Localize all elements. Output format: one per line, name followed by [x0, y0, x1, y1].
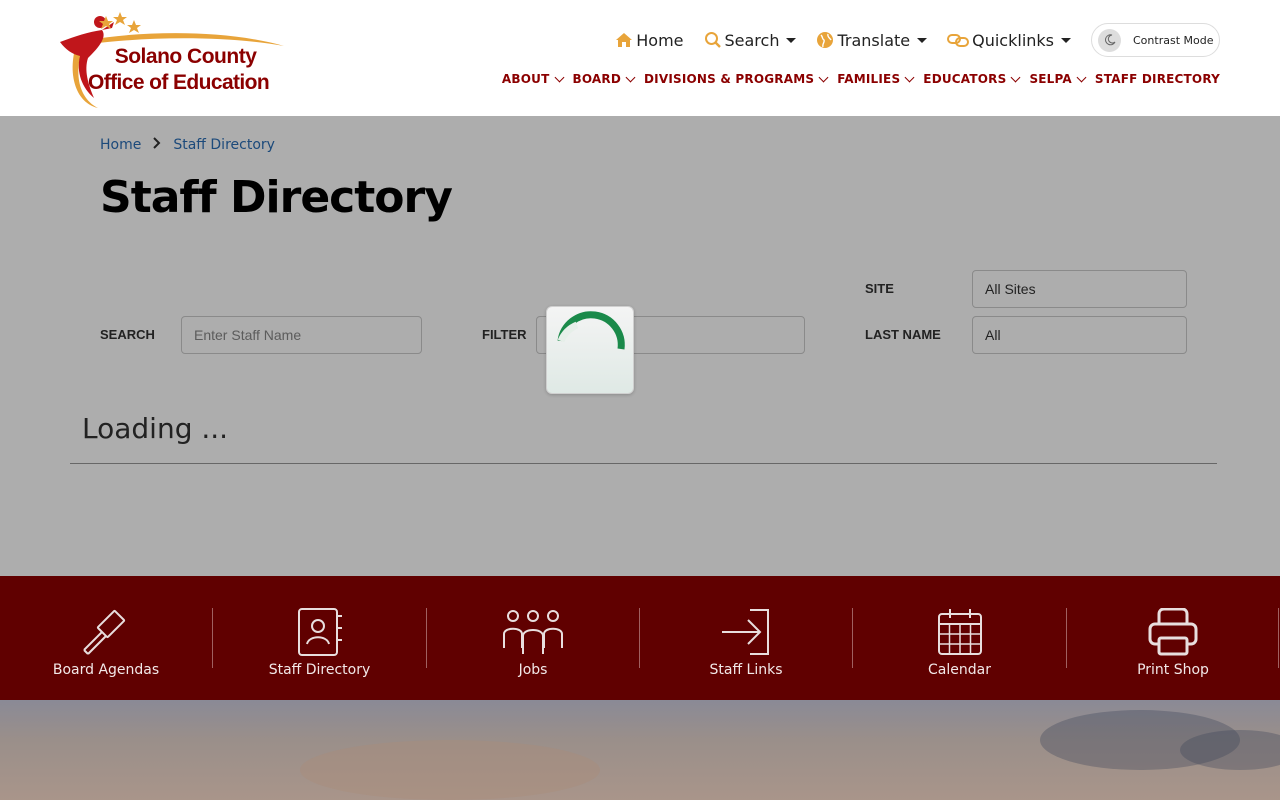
moon-icon	[1098, 28, 1121, 52]
chevron-down-icon	[1076, 72, 1087, 82]
contact-book-icon	[297, 608, 342, 656]
logo-text: Solano County Office of Education	[88, 44, 270, 96]
nav-staff-directory-label: STAFF DIRECTORY	[1094, 72, 1220, 86]
nav-selpa[interactable]: SELPA	[1029, 72, 1087, 86]
nav-selpa-label: SELPA	[1029, 72, 1072, 86]
logo-line-1: Solano County	[114, 45, 257, 68]
spinner-icon	[557, 311, 625, 350]
nav-staff-directory[interactable]: STAFF DIRECTORY	[1095, 72, 1220, 86]
main-nav: ABOUT BOARD DIVISIONS & PROGRAMS FAMILIE…	[492, 72, 1220, 86]
nav-divisions-programs[interactable]: DIVISIONS & PROGRAMS	[644, 72, 829, 86]
quicklink-print-shop[interactable]: Print Shop	[1067, 576, 1279, 700]
quicklink-jobs-label: Jobs	[518, 662, 548, 678]
sign-in-arrow-icon	[722, 609, 769, 655]
caret-down-icon	[786, 37, 797, 43]
gavel-icon	[83, 609, 126, 655]
quicklink-calendar-label: Calendar	[928, 662, 991, 678]
quicklink-board-agendas[interactable]: Board Agendas	[0, 576, 212, 700]
quicklink-staff-directory[interactable]: Staff Directory	[213, 576, 426, 700]
chevron-down-icon	[625, 72, 636, 82]
nav-board-label: BOARD	[572, 72, 622, 86]
nav-board[interactable]: BOARD	[572, 72, 636, 86]
quicklink-staff-directory-label: Staff Directory	[268, 662, 371, 678]
nav-families-label: FAMILIES	[837, 72, 901, 86]
quicklinks-dropdown-label: Quicklinks	[972, 30, 1054, 50]
quicklink-staff-links-label: Staff Links	[709, 662, 783, 678]
people-group-icon	[503, 610, 563, 654]
home-icon	[616, 33, 633, 47]
search-icon	[704, 32, 721, 48]
loading-spinner	[546, 306, 634, 394]
chevron-down-icon	[554, 72, 564, 82]
home-link-label: Home	[636, 30, 684, 50]
logo-line-2: Office of Education	[88, 71, 270, 94]
printer-icon	[1148, 608, 1198, 656]
quicklink-print-shop-label: Print Shop	[1137, 662, 1209, 678]
nav-families[interactable]: FAMILIES	[837, 72, 915, 86]
nav-about-label: ABOUT	[501, 72, 550, 86]
divider	[1278, 608, 1279, 668]
cloud-shape	[300, 740, 600, 800]
translate-dropdown-label: Translate	[837, 30, 911, 50]
quicklink-calendar[interactable]: Calendar	[853, 576, 1066, 700]
translate-dropdown[interactable]: Translate	[816, 30, 928, 50]
home-link[interactable]: Home	[615, 30, 684, 50]
search-dropdown[interactable]: Search	[704, 31, 797, 50]
caret-down-icon	[1061, 37, 1071, 43]
quick-links-bar: Board Agendas Staff Directory Jobs Staff…	[0, 576, 1280, 700]
quicklink-staff-links[interactable]: Staff Links	[640, 576, 852, 700]
site-header: Solano County Office of Education Home S…	[0, 0, 1280, 116]
contrast-mode-label: Contrast Mode	[1133, 33, 1214, 47]
nav-about[interactable]: ABOUT	[501, 72, 564, 86]
quicklink-board-agendas-label: Board Agendas	[52, 662, 160, 678]
chevron-down-icon	[818, 72, 829, 82]
globe-icon	[817, 32, 834, 48]
utility-nav: Home Search Translate Quicklinks Contras…	[595, 23, 1220, 57]
background-photo	[0, 700, 1280, 800]
nav-educators-label: EDUCATORS	[923, 72, 1007, 86]
quicklinks-dropdown[interactable]: Quicklinks	[947, 31, 1071, 50]
quicklink-jobs[interactable]: Jobs	[427, 576, 639, 700]
nav-divisions-label: DIVISIONS & PROGRAMS	[644, 72, 815, 86]
loading-overlay	[0, 116, 1280, 576]
contrast-mode-toggle[interactable]: Contrast Mode	[1091, 23, 1220, 57]
chevron-down-icon	[1010, 72, 1021, 82]
site-logo[interactable]: Solano County Office of Education	[58, 10, 286, 110]
chevron-down-icon	[904, 72, 915, 82]
link-icon	[947, 34, 970, 47]
search-dropdown-label: Search	[724, 30, 780, 50]
caret-down-icon	[917, 37, 928, 43]
calendar-icon	[937, 609, 982, 655]
nav-educators[interactable]: EDUCATORS	[923, 72, 1021, 86]
